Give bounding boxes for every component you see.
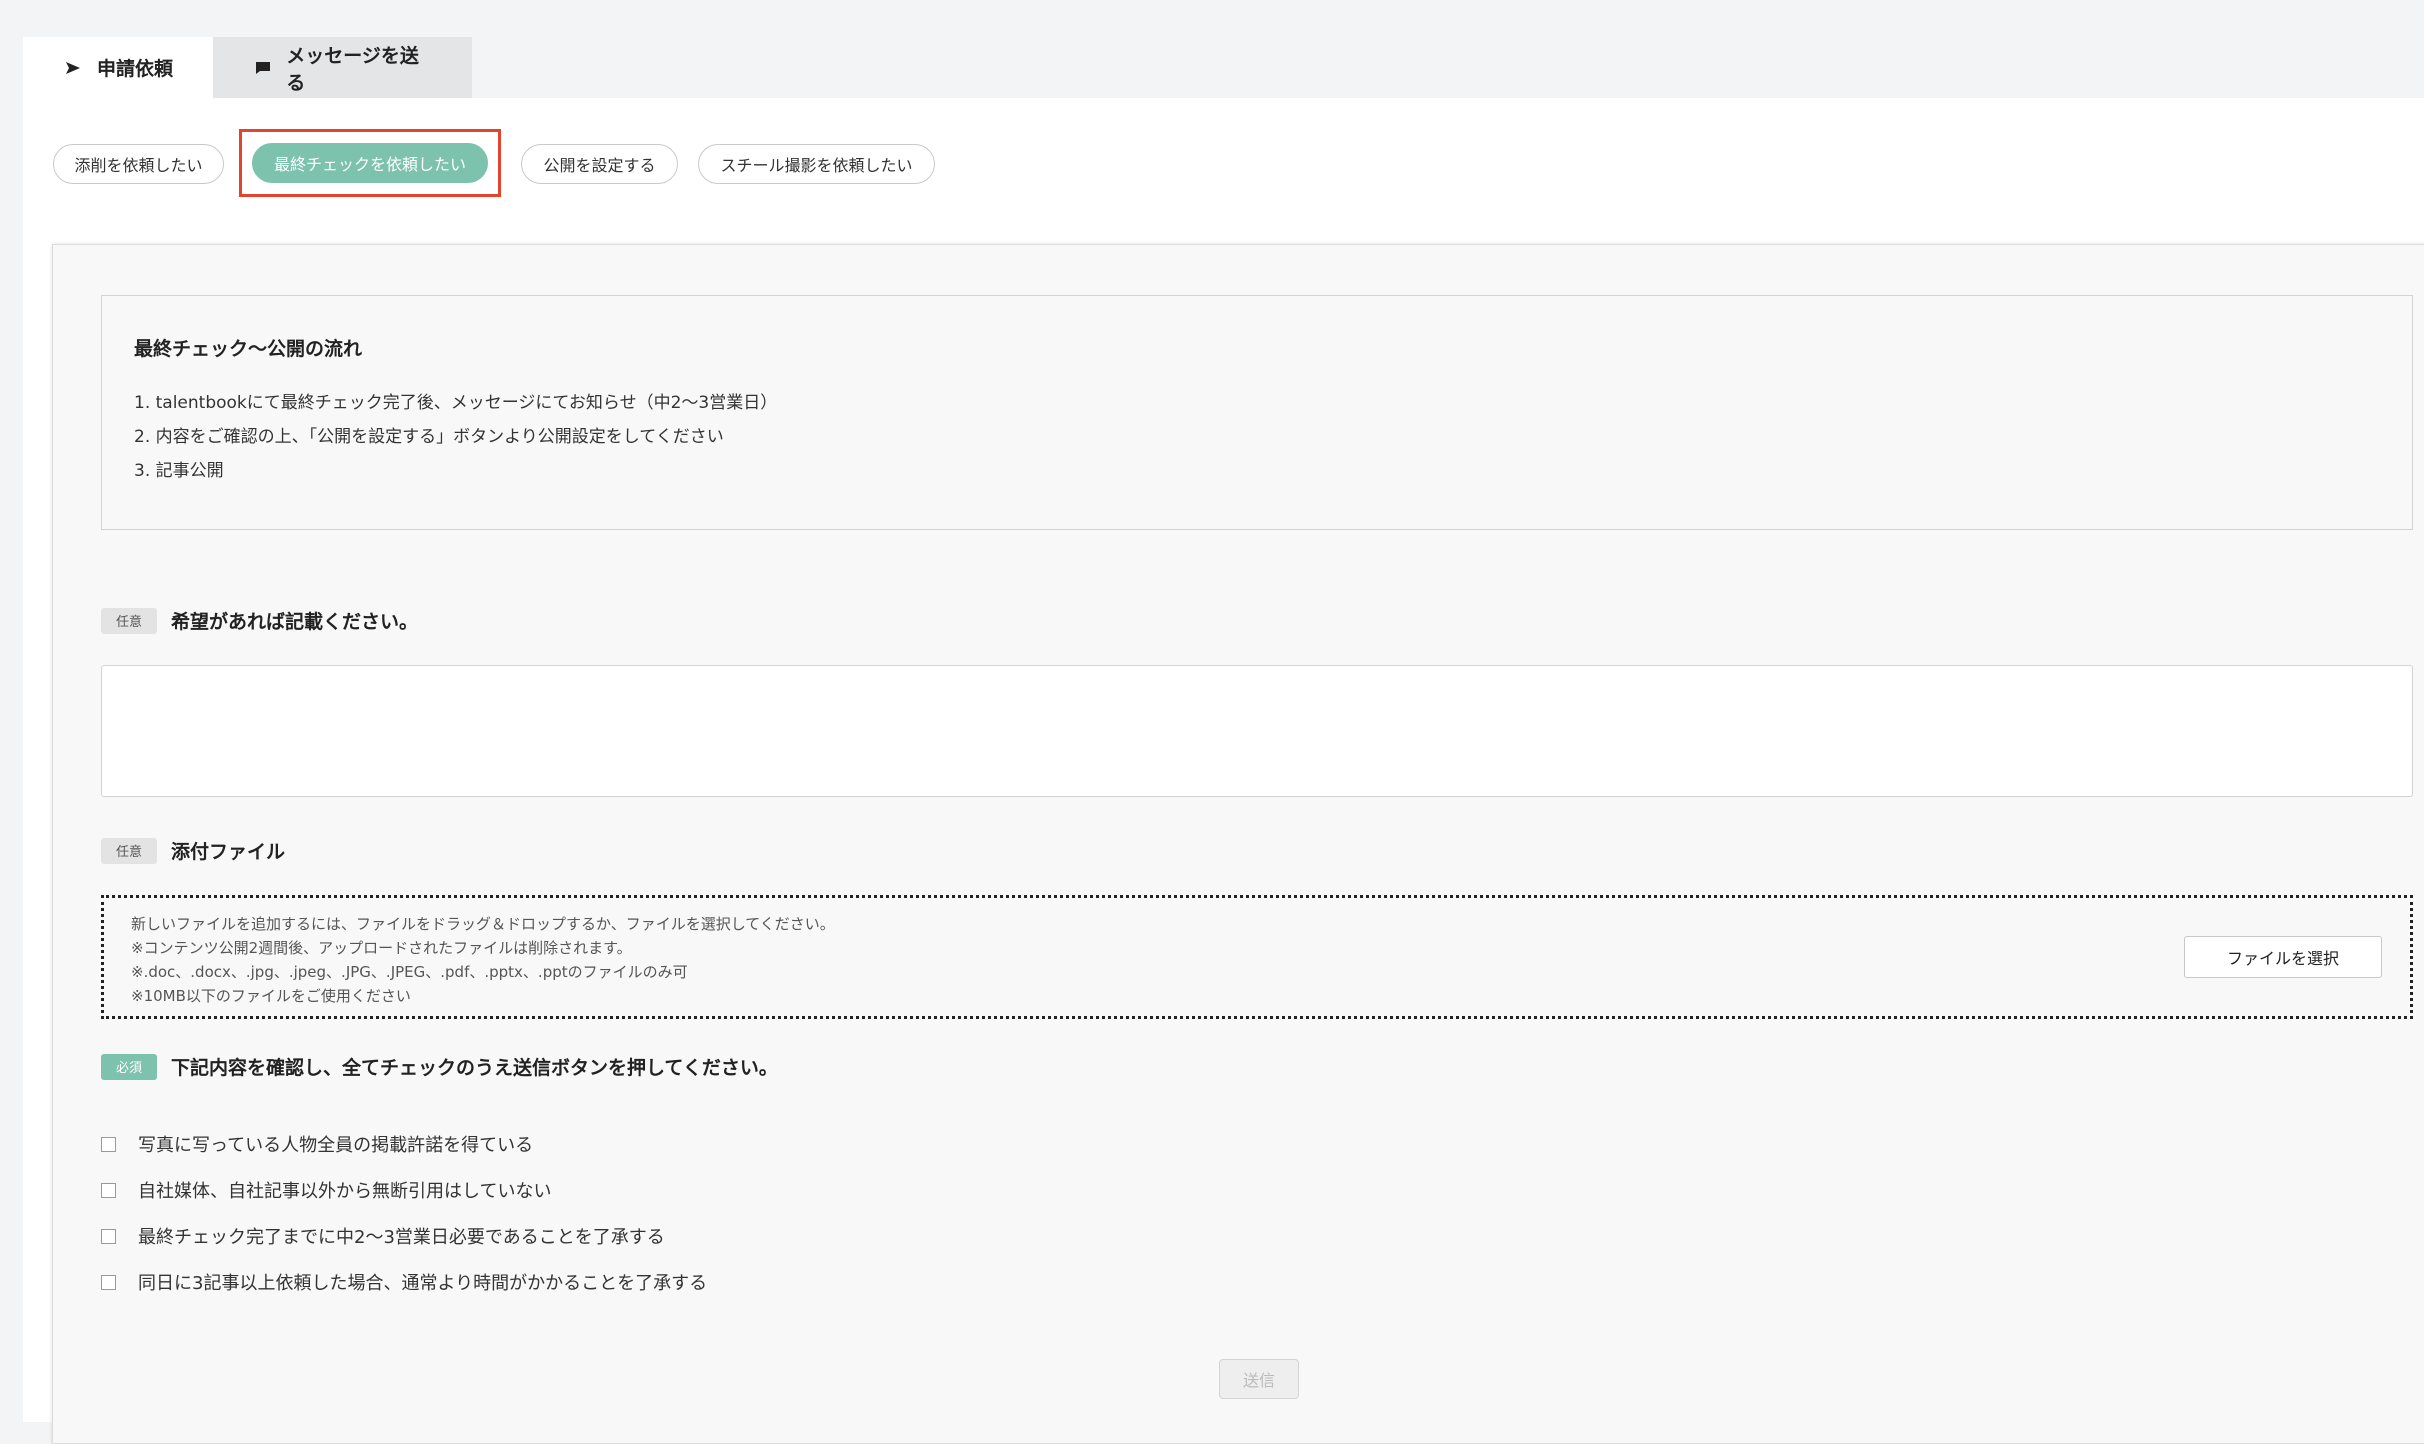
request-field-label: 希望があれば記載ください。 bbox=[171, 611, 419, 633]
message-icon bbox=[253, 58, 272, 78]
tab-application-request[interactable]: 申請依頼 bbox=[23, 37, 213, 98]
optional-badge: 任意 bbox=[101, 837, 157, 864]
check-item[interactable]: 同日に3記事以上依頼した場合、通常より時間がかかることを了承する bbox=[101, 1259, 707, 1305]
request-form-card: 最終チェック〜公開の流れ 1. talentbookにて最終チェック完了後、メッ… bbox=[52, 244, 2424, 1444]
request-type-publish-button[interactable]: 公開を設定する bbox=[521, 143, 678, 184]
dropzone-note: ※10MB以下のファイルをご使用ください bbox=[131, 987, 411, 1005]
send-icon bbox=[63, 58, 83, 78]
selection-highlight: 最終チェックを依頼したい bbox=[239, 129, 501, 197]
file-dropzone[interactable]: 新しいファイルを追加するには、ファイルをドラッグ＆ドロップするか、ファイルを選択… bbox=[101, 895, 2413, 1019]
flow-info-title: 最終チェック〜公開の流れ bbox=[134, 338, 363, 360]
submit-button[interactable]: 送信 bbox=[1219, 1359, 1299, 1399]
check-label: 写真に写っている人物全員の掲載許諾を得ている bbox=[138, 1135, 534, 1156]
dropzone-note: ※コンテンツ公開2週間後、アップロードされたファイルは削除されます。 bbox=[131, 939, 632, 957]
confirm-checklist: 写真に写っている人物全員の掲載許諾を得ている 自社媒体、自社記事以外から無断引用… bbox=[101, 1121, 707, 1305]
request-type-proofreading-button[interactable]: 添削を依頼したい bbox=[53, 143, 224, 184]
check-label: 同日に3記事以上依頼した場合、通常より時間がかかることを了承する bbox=[138, 1273, 708, 1294]
tab-bar: 申請依頼 メッセージを送る bbox=[23, 37, 472, 98]
check-item[interactable]: 自社媒体、自社記事以外から無断引用はしていない bbox=[101, 1167, 707, 1213]
request-type-final-check-button[interactable]: 最終チェックを依頼したい bbox=[252, 143, 488, 183]
check-item[interactable]: 最終チェック完了までに中2〜3営業日必要であることを了承する bbox=[101, 1213, 707, 1259]
dropzone-note: 新しいファイルを追加するには、ファイルをドラッグ＆ドロップするか、ファイルを選択… bbox=[131, 915, 835, 933]
check-label: 自社媒体、自社記事以外から無断引用はしていない bbox=[138, 1181, 552, 1202]
confirm-label-row: 必須 下記内容を確認し、全てチェックのうえ送信ボタンを押してください。 bbox=[101, 1053, 778, 1080]
optional-badge: 任意 bbox=[101, 607, 157, 634]
required-badge: 必須 bbox=[101, 1053, 157, 1080]
check-label: 最終チェック完了までに中2〜3営業日必要であることを了承する bbox=[138, 1227, 665, 1248]
tab-label: 申請依頼 bbox=[97, 58, 174, 80]
tab-send-message[interactable]: メッセージを送る bbox=[213, 37, 472, 98]
request-type-selector: 添削を依頼したい 最終チェックを依頼したい 公開を設定する スチール撮影を依頼し… bbox=[53, 129, 955, 197]
request-type-photo-shoot-button[interactable]: スチール撮影を依頼したい bbox=[698, 143, 935, 184]
dropzone-notes: 新しいファイルを追加するには、ファイルをドラッグ＆ドロップするか、ファイルを選択… bbox=[131, 912, 835, 1008]
tab-label: メッセージを送る bbox=[286, 44, 419, 94]
flow-step: 1. talentbookにて最終チェック完了後、メッセージにてお知らせ（中2〜… bbox=[134, 393, 778, 413]
flow-step: 2. 内容をご確認の上、「公開を設定する」ボタンより公開設定をしてください bbox=[134, 427, 724, 447]
flow-step: 3. 記事公開 bbox=[134, 461, 224, 481]
dropzone-note: ※.doc、.docx、.jpg、.jpeg、.JPG、.JPEG、.pdf、.… bbox=[131, 963, 688, 981]
attachment-label-row: 任意 添付ファイル bbox=[101, 837, 285, 864]
checkbox[interactable] bbox=[101, 1136, 116, 1152]
flow-info-box: 最終チェック〜公開の流れ 1. talentbookにて最終チェック完了後、メッ… bbox=[101, 295, 2413, 530]
check-item[interactable]: 写真に写っている人物全員の掲載許諾を得ている bbox=[101, 1121, 707, 1167]
request-textarea[interactable] bbox=[101, 665, 2413, 797]
request-field-label-row: 任意 希望があれば記載ください。 bbox=[101, 607, 418, 634]
checkbox[interactable] bbox=[101, 1228, 116, 1244]
checkbox[interactable] bbox=[101, 1274, 116, 1290]
attachment-label: 添付ファイル bbox=[171, 841, 286, 863]
flow-steps: 1. talentbookにて最終チェック完了後、メッセージにてお知らせ（中2〜… bbox=[134, 386, 777, 488]
confirm-label: 下記内容を確認し、全てチェックのうえ送信ボタンを押してください。 bbox=[171, 1057, 778, 1079]
checkbox[interactable] bbox=[101, 1182, 116, 1198]
choose-file-button[interactable]: ファイルを選択 bbox=[2184, 936, 2382, 978]
